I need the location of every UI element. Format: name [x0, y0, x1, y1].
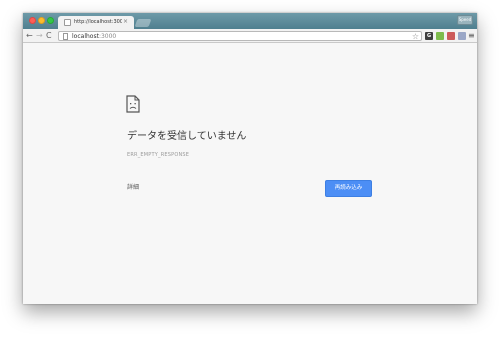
- address-bar[interactable]: localhost:3000 ☆: [58, 31, 422, 41]
- back-button[interactable]: ←: [26, 30, 33, 41]
- url-host: localhost: [72, 33, 99, 40]
- browser-window: http://localhost:3000/ × Speed ← → C loc…: [23, 13, 477, 304]
- url-port: :3000: [98, 33, 117, 40]
- close-icon[interactable]: ×: [123, 18, 128, 26]
- page-icon: [64, 19, 71, 26]
- minimize-window-button[interactable]: [38, 17, 45, 24]
- forward-button[interactable]: →: [36, 30, 43, 41]
- details-link[interactable]: 詳細: [127, 184, 139, 192]
- zoom-window-button[interactable]: [47, 17, 54, 24]
- page-icon: [63, 33, 68, 40]
- reload-button-toolbar[interactable]: C: [46, 30, 52, 41]
- reload-button[interactable]: 再読み込み: [325, 180, 372, 197]
- profile-button[interactable]: Speed: [457, 15, 473, 25]
- error-code: ERR_EMPTY_RESPONSE: [127, 152, 190, 158]
- error-heading: データを受信していません: [127, 131, 247, 142]
- extension-lock-icon[interactable]: [458, 32, 466, 40]
- tab-strip: http://localhost:3000/ × Speed: [23, 13, 477, 29]
- extension-red-icon[interactable]: [447, 32, 455, 40]
- tab-title: http://localhost:3000/: [74, 19, 122, 25]
- error-page: データを受信していません ERR_EMPTY_RESPONSE 詳細 再読み込み: [23, 43, 477, 304]
- sad-page-icon: [126, 95, 140, 113]
- toolbar: ← → C localhost:3000 ☆ G ≡: [23, 29, 477, 43]
- extension-g-icon[interactable]: G: [425, 32, 433, 40]
- menu-icon[interactable]: ≡: [468, 31, 475, 41]
- url-text[interactable]: localhost:3000: [72, 32, 116, 41]
- new-tab-button[interactable]: [134, 19, 152, 27]
- close-window-button[interactable]: [29, 17, 36, 24]
- star-icon[interactable]: ☆: [412, 31, 419, 42]
- extension-green-icon[interactable]: [436, 32, 444, 40]
- tab-active[interactable]: http://localhost:3000/ ×: [58, 16, 134, 29]
